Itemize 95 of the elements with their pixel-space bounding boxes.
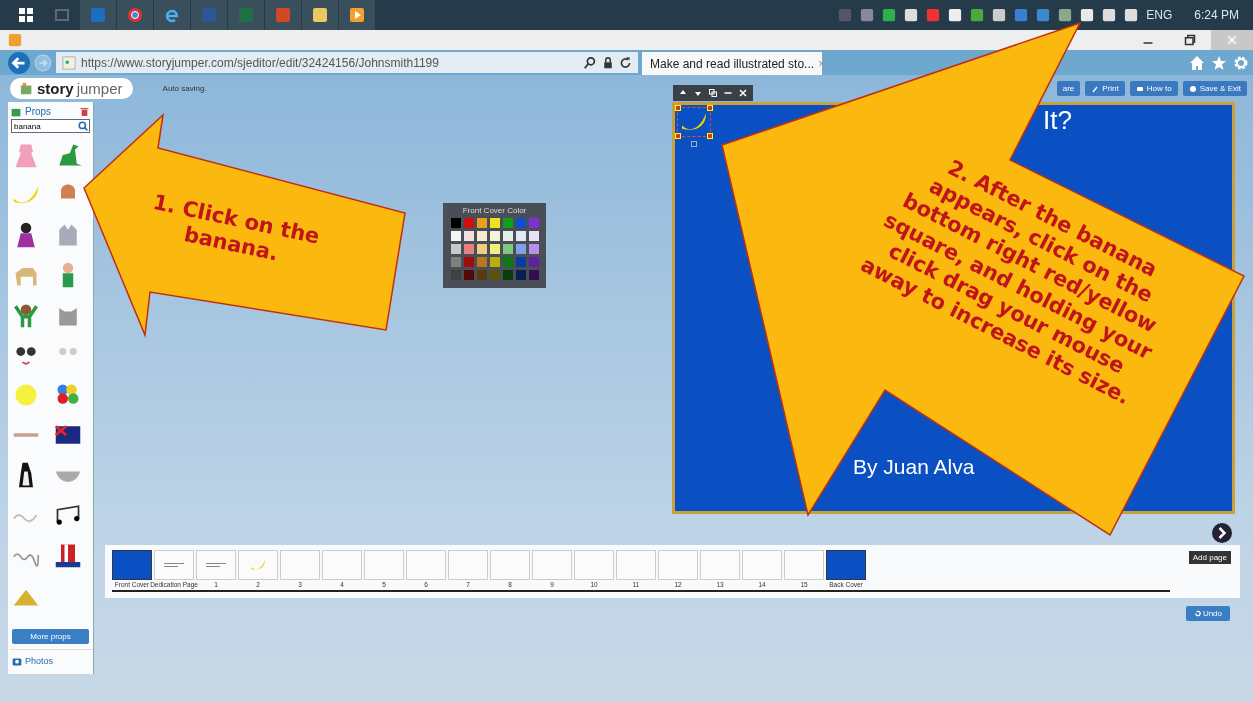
restore-icon[interactable] — [1184, 34, 1196, 46]
color-swatch[interactable] — [490, 218, 500, 228]
address-bar[interactable]: https://www.storyjumper.com/sjeditor/edit/32424156/Johnsmith1199 — [56, 52, 638, 73]
next-page-icon[interactable] — [1212, 523, 1232, 543]
undo-button[interactable]: Undo — [1185, 606, 1230, 621]
search-icon[interactable] — [78, 121, 88, 131]
color-swatch[interactable] — [477, 244, 487, 254]
tray-window-icon[interactable] — [1036, 8, 1051, 22]
print-button[interactable]: Print — [1085, 81, 1125, 96]
color-swatch[interactable] — [516, 231, 526, 241]
photos-tab[interactable]: Photos — [25, 656, 54, 666]
forward-button-icon[interactable] — [34, 53, 52, 72]
presentation-app-icon[interactable] — [275, 7, 291, 23]
close-icon[interactable] — [738, 89, 747, 97]
color-swatch[interactable] — [464, 218, 474, 228]
e-letter-icon[interactable] — [164, 7, 180, 23]
settings-icon[interactable] — [1233, 54, 1249, 71]
tray-app-icon[interactable] — [970, 8, 985, 22]
author-line[interactable]: By Juan Alva — [853, 455, 975, 479]
site-icon[interactable] — [62, 55, 76, 70]
page-thumbnail[interactable] — [112, 550, 152, 580]
move-down-icon[interactable] — [694, 89, 703, 97]
color-swatch[interactable] — [503, 270, 513, 280]
color-swatch[interactable] — [477, 270, 487, 280]
color-swatch[interactable] — [477, 218, 487, 228]
color-swatch[interactable] — [516, 244, 526, 254]
props-icon[interactable] — [10, 106, 22, 117]
folder-icon[interactable] — [312, 7, 328, 23]
color-swatch[interactable] — [490, 231, 500, 241]
language-indicator[interactable]: ENG — [1146, 8, 1173, 22]
back-button-icon[interactable] — [8, 51, 30, 74]
color-swatch[interactable] — [451, 244, 461, 254]
color-swatch[interactable] — [503, 257, 513, 267]
picker-title: Front Cover Color — [461, 206, 528, 215]
color-swatch[interactable] — [464, 257, 474, 267]
autosave-status: Auto saving. — [162, 84, 207, 93]
color-swatch[interactable] — [451, 231, 461, 241]
color-swatch[interactable] — [516, 218, 526, 228]
more-props-button[interactable]: More props — [12, 629, 89, 644]
color-swatch[interactable] — [490, 244, 500, 254]
color-swatch[interactable] — [516, 270, 526, 280]
flip-icon[interactable] — [723, 89, 732, 97]
color-swatch[interactable] — [529, 270, 539, 280]
text-lines-icon — [164, 562, 184, 568]
color-swatch[interactable] — [516, 257, 526, 267]
color-swatch[interactable] — [503, 231, 513, 241]
color-swatch[interactable] — [529, 244, 539, 254]
play-app-icon[interactable] — [349, 7, 365, 23]
book-title[interactable]: It? — [1043, 105, 1072, 135]
color-swatch[interactable] — [529, 218, 539, 228]
color-swatch[interactable] — [451, 257, 461, 267]
trash-icon[interactable] — [80, 106, 89, 117]
logo-mark-icon[interactable] — [20, 81, 34, 96]
clock[interactable]: 6:24 PM — [1194, 8, 1239, 22]
copy-icon[interactable] — [709, 89, 717, 97]
page-thumbnail[interactable] — [826, 550, 866, 580]
color-swatch[interactable] — [464, 231, 474, 241]
task-view-icon[interactable] — [54, 7, 70, 23]
mail-app-icon[interactable] — [90, 7, 106, 23]
home-icon[interactable] — [1189, 54, 1205, 71]
text-lines-icon — [206, 562, 226, 568]
lock-icon[interactable] — [602, 55, 614, 70]
star-icon[interactable] — [1211, 54, 1227, 71]
windows-logo-icon[interactable] — [18, 7, 34, 23]
spreadsheet-app-icon[interactable] — [238, 7, 254, 23]
color-swatch[interactable] — [464, 270, 474, 280]
save-button[interactable]: Save & Exit — [1182, 81, 1247, 96]
camera-icon[interactable] — [12, 656, 22, 666]
search-icon[interactable] — [583, 55, 597, 70]
refresh-icon[interactable] — [619, 55, 632, 70]
color-swatch[interactable] — [490, 257, 500, 267]
color-swatch[interactable] — [477, 257, 487, 267]
add-page-button[interactable]: Add page — [1188, 551, 1231, 564]
browser-tab[interactable]: Make and read illustrated sto... × — [642, 52, 822, 75]
callout-text: 1. Click on the banana. — [150, 190, 322, 268]
color-swatch[interactable] — [490, 270, 500, 280]
color-swatch[interactable] — [451, 218, 461, 228]
color-swatch[interactable] — [503, 218, 513, 228]
color-swatch[interactable] — [464, 244, 474, 254]
panel-title[interactable]: Props — [25, 106, 52, 117]
search-field[interactable]: banana — [11, 119, 90, 133]
document-app-icon[interactable] — [201, 7, 217, 23]
print-icon — [1091, 84, 1100, 93]
color-swatch[interactable] — [477, 231, 487, 241]
howto-button[interactable]: How to — [1129, 81, 1178, 96]
banana-icon — [249, 558, 267, 572]
undo-icon — [1193, 610, 1201, 617]
move-up-icon[interactable] — [679, 89, 688, 97]
storyjumper-logo[interactable]: story jumper — [10, 78, 133, 99]
color-swatch[interactable] — [529, 257, 539, 267]
color-swatch[interactable] — [529, 231, 539, 241]
color-swatch[interactable] — [503, 244, 513, 254]
save-icon — [1188, 84, 1197, 93]
share-button[interactable]: are — [1056, 81, 1081, 96]
shield-check-icon[interactable] — [882, 8, 897, 22]
